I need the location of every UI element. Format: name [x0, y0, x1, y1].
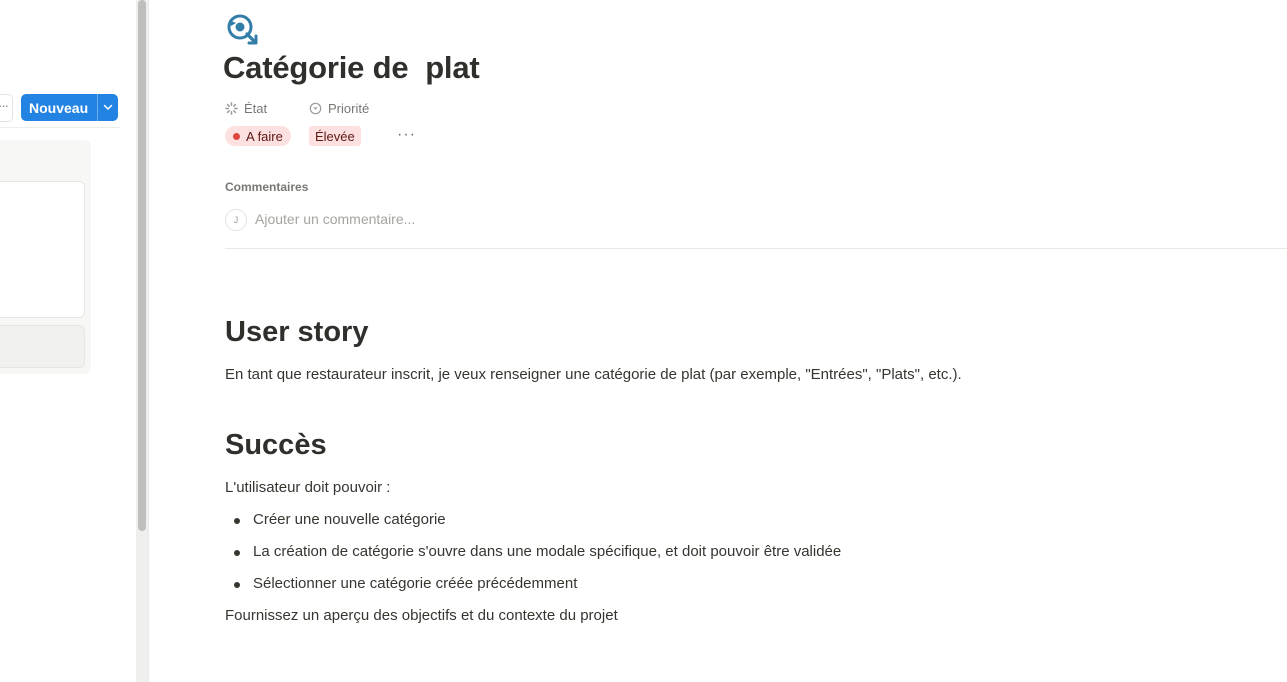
comment-input[interactable] [255, 211, 655, 227]
project-context-text[interactable]: Fournissez un aperçu des objectifs et du… [225, 607, 618, 624]
avatar: J [225, 209, 247, 231]
list-item[interactable]: Sélectionner une catégorie créée précéde… [225, 573, 841, 605]
state-badge[interactable]: A faire [225, 126, 291, 146]
priority-badge-label: Élevée [315, 128, 355, 144]
chevron-down-icon[interactable] [98, 99, 118, 117]
comments-heading: Commentaires [225, 180, 309, 194]
success-list: Créer une nouvelle catégorie La création… [225, 509, 841, 605]
more-properties-button[interactable]: ··· [397, 126, 416, 144]
loading-dots-icon [225, 102, 238, 115]
list-item[interactable]: La création de catégorie s'ouvre dans un… [225, 541, 841, 573]
board-card[interactable] [0, 181, 85, 318]
comments-divider [225, 248, 1287, 249]
property-state-label: État [244, 101, 268, 116]
priority-circle-icon [309, 102, 322, 115]
new-button-label: Nouveau [29, 99, 89, 116]
board-more-button[interactable]: ··· [0, 94, 13, 122]
user-story-heading[interactable]: User story [225, 316, 368, 349]
success-heading[interactable]: Succès [225, 429, 327, 462]
board-panel: ··· Nouveau [0, 0, 136, 682]
success-intro[interactable]: L'utilisateur doit pouvoir : [225, 479, 390, 496]
toolbar-divider [0, 127, 120, 128]
priority-badge[interactable]: Élevée [309, 126, 361, 146]
status-dot [233, 132, 240, 140]
page-title[interactable]: Catégorie de plat [223, 50, 480, 86]
property-state[interactable]: État [225, 101, 267, 116]
scrollbar-thumb[interactable] [138, 0, 146, 531]
refresh-search-icon[interactable] [225, 12, 259, 46]
board-card[interactable] [0, 325, 85, 368]
user-story-text[interactable]: En tant que restaurateur inscrit, je veu… [225, 366, 962, 383]
state-badge-label: A faire [246, 128, 283, 144]
page-panel: Catégorie de plat État Priorité A faire … [149, 0, 1287, 682]
property-priority-label: Priorité [328, 101, 370, 116]
property-priority[interactable]: Priorité [309, 101, 369, 116]
list-item[interactable]: Créer une nouvelle catégorie [225, 509, 841, 541]
new-button[interactable]: Nouveau [21, 94, 118, 121]
